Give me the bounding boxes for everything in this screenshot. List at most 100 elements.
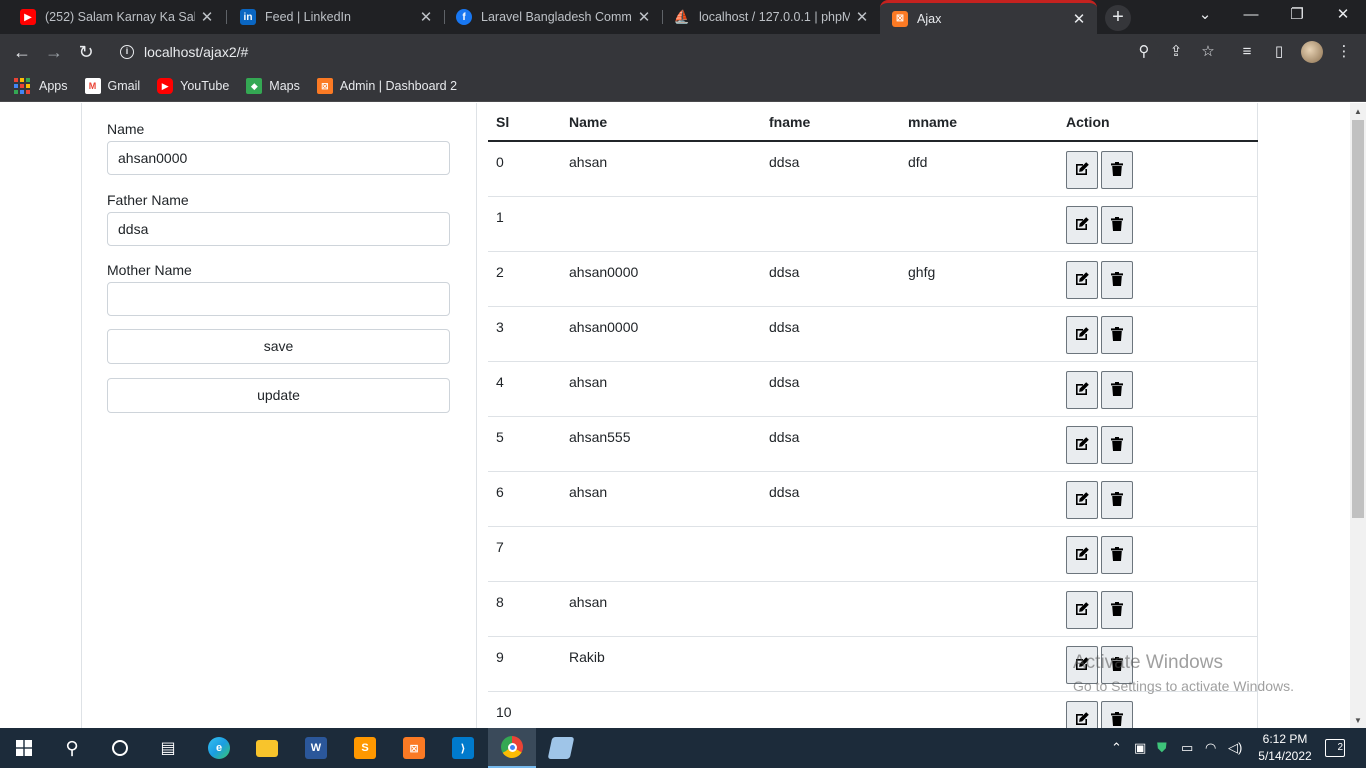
restore-button[interactable]: ❐ [1274, 0, 1320, 32]
zoom-icon[interactable]: ⚲ [1134, 42, 1154, 62]
trash-icon [1109, 546, 1125, 565]
edit-button[interactable] [1066, 481, 1098, 519]
close-icon[interactable]: ✕ [195, 8, 219, 26]
new-tab-button[interactable]: + [1105, 5, 1131, 31]
search-icon[interactable]: ⚲ [48, 728, 96, 768]
tab-ajax[interactable]: ⊠ Ajax ✕ [880, 0, 1097, 34]
window-close-button[interactable]: ✕ [1320, 0, 1366, 32]
scroll-up-icon[interactable]: ▲ [1354, 107, 1362, 116]
delete-button[interactable] [1101, 426, 1133, 464]
bookmark-star-icon[interactable]: ☆ [1198, 42, 1218, 62]
scrollbar-thumb[interactable] [1352, 120, 1364, 518]
vscode-icon[interactable]: ⟩ [439, 728, 487, 768]
cell-name: ahsan [569, 594, 608, 610]
page-scrollbar[interactable]: ▲ ▼ [1350, 103, 1366, 728]
tab-facebook[interactable]: f Laravel Bangladesh Commun ✕ [436, 0, 662, 34]
edit-button[interactable] [1066, 261, 1098, 299]
scroll-down-icon[interactable]: ▼ [1354, 716, 1362, 725]
edit-icon [1074, 711, 1090, 729]
close-icon[interactable]: ✕ [414, 8, 438, 26]
edit-button[interactable] [1066, 206, 1098, 244]
windows-start-icon[interactable] [0, 728, 48, 768]
tab-title: Ajax [917, 11, 942, 26]
bookmark-gmail[interactable]: M Gmail [84, 77, 140, 94]
minimize-button[interactable]: — [1228, 0, 1274, 32]
battery-icon[interactable]: ▭ [1181, 740, 1193, 756]
avatar[interactable] [1301, 41, 1323, 63]
cell-sl: 9 [496, 649, 504, 665]
xampp-icon[interactable]: ⊠ [390, 728, 438, 768]
edit-button[interactable] [1066, 701, 1098, 728]
table-header-row: Sl Name fname mname Action [488, 103, 1258, 142]
close-icon[interactable]: ✕ [1067, 10, 1091, 28]
trash-icon [1109, 381, 1125, 400]
cortana-icon[interactable] [96, 728, 144, 768]
edit-button[interactable] [1066, 151, 1098, 189]
trash-icon [1109, 656, 1125, 675]
tab-linkedin[interactable]: in Feed | LinkedIn ✕ [220, 0, 444, 34]
tab-youtube[interactable]: ▶ (252) Salam Karnay Ka Sahi T ✕ [0, 0, 225, 34]
notification-count: 2 [1337, 742, 1343, 753]
forward-button[interactable]: → [42, 41, 66, 63]
delete-button[interactable] [1101, 316, 1133, 354]
father-name-input[interactable]: ddsa [107, 212, 450, 246]
side-panel-icon[interactable]: ▯ [1269, 42, 1289, 62]
edit-button[interactable] [1066, 371, 1098, 409]
chrome-icon[interactable] [488, 728, 536, 768]
save-button[interactable]: save [107, 329, 450, 364]
notification-center-icon[interactable]: 2 [1325, 739, 1345, 757]
show-hidden-icons[interactable]: ⌃ [1111, 740, 1122, 756]
camera-icon[interactable]: ▣ [1134, 740, 1146, 756]
file-explorer-icon[interactable] [243, 728, 291, 768]
tab-phpmyadmin[interactable]: ⛵ localhost / 127.0.0.1 | phpMy ✕ [654, 0, 880, 34]
edge-icon[interactable]: e [195, 728, 243, 768]
delete-button[interactable] [1101, 206, 1133, 244]
youtube-icon: ▶ [157, 77, 174, 94]
edit-button[interactable] [1066, 426, 1098, 464]
delete-button[interactable] [1101, 481, 1133, 519]
father-name-label: Father Name [107, 192, 189, 208]
volume-icon[interactable]: ◁) [1228, 740, 1242, 756]
delete-button[interactable] [1101, 151, 1133, 189]
bookmark-label: Maps [269, 78, 300, 93]
edit-button[interactable] [1066, 316, 1098, 354]
tab-search-icon[interactable]: ⌄ [1182, 0, 1228, 32]
address-bar[interactable]: i localhost/ajax2/# [108, 38, 1160, 66]
delete-button[interactable] [1101, 591, 1133, 629]
media-control-icon[interactable]: ≡ [1237, 42, 1257, 62]
close-icon[interactable]: ✕ [850, 8, 874, 26]
back-button[interactable]: ← [10, 41, 34, 63]
bookmark-maps[interactable]: ◆ Maps [246, 77, 300, 94]
menu-kebab-icon[interactable]: ⋮ [1334, 42, 1354, 62]
tab-title: (252) Salam Karnay Ka Sahi T [45, 10, 195, 24]
name-input[interactable]: ahsan0000 [107, 141, 450, 175]
update-button[interactable]: update [107, 378, 450, 413]
bookmark-youtube[interactable]: ▶ YouTube [157, 77, 229, 94]
bookmark-admin-dashboard[interactable]: ⊠ Admin | Dashboard 2 [316, 77, 457, 94]
delete-button[interactable] [1101, 371, 1133, 409]
sublime-text-icon[interactable]: S [341, 728, 389, 768]
mother-name-input[interactable] [107, 282, 450, 316]
task-view-icon[interactable]: ▤ [144, 728, 192, 768]
delete-button[interactable] [1101, 536, 1133, 574]
wifi-icon[interactable]: ◠ [1205, 740, 1216, 756]
delete-button[interactable] [1101, 261, 1133, 299]
close-icon[interactable]: ✕ [632, 8, 656, 26]
notepad-icon[interactable] [537, 728, 585, 768]
delete-button[interactable] [1101, 646, 1133, 684]
delete-button[interactable] [1101, 701, 1133, 728]
mother-name-form-group: Mother Name [107, 262, 450, 316]
edit-button[interactable] [1066, 591, 1098, 629]
reload-button[interactable]: ↻ [74, 41, 98, 63]
word-icon[interactable]: W [292, 728, 340, 768]
edit-button[interactable] [1066, 536, 1098, 574]
site-info-icon[interactable]: i [120, 45, 134, 59]
cell-mname: ghfg [908, 264, 936, 280]
edit-icon [1074, 491, 1090, 510]
security-shield-icon[interactable]: ⛊ [1157, 740, 1167, 756]
edit-button[interactable] [1066, 646, 1098, 684]
bookmark-apps[interactable]: Apps [14, 77, 68, 94]
system-clock[interactable]: 6:12 PM 5/14/2022 [1248, 731, 1322, 765]
trash-icon [1109, 436, 1125, 455]
share-icon[interactable]: ⇪ [1166, 42, 1186, 62]
